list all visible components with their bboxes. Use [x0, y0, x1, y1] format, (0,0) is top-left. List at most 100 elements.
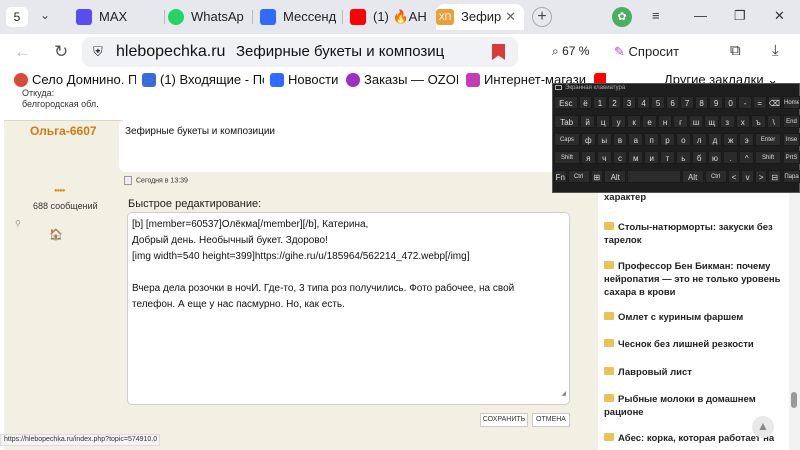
osk-key[interactable]: Ctrl — [567, 170, 590, 183]
bookmark-icon[interactable] — [492, 44, 505, 60]
scroll-thumb[interactable] — [791, 392, 797, 408]
osk-key[interactable]: э — [739, 133, 755, 146]
osk-key[interactable]: < — [727, 170, 741, 183]
bookmark-item[interactable]: Заказы — OZON — [346, 72, 458, 88]
post-author[interactable]: Ольга-6607 — [30, 124, 97, 138]
tab-max[interactable]: MAX — [76, 4, 162, 30]
osk-key[interactable]: а — [628, 133, 644, 146]
osk-side-key[interactable]: Home — [783, 96, 800, 109]
extension-icon[interactable]: ✿ — [612, 7, 632, 27]
osk-key[interactable]: 7 — [680, 96, 694, 109]
osk-key[interactable]: Alt — [604, 170, 627, 183]
osk-key[interactable]: Tab — [554, 115, 580, 128]
osk-key[interactable]: 1 — [593, 96, 607, 109]
osk-key[interactable]: 3 — [622, 96, 636, 109]
sidebar-item[interactable]: Столы-натюрморты: закуски без тарелок — [604, 221, 782, 247]
osk-key[interactable]: \ — [766, 115, 781, 128]
osk-key[interactable]: 0 — [723, 96, 738, 109]
osk-key[interactable]: Shift — [554, 151, 580, 164]
osk-key[interactable]: ⊞ — [590, 170, 604, 183]
maximize-button[interactable]: ❐ — [734, 8, 746, 24]
bookmark-item[interactable]: Новости — [270, 72, 340, 88]
reload-button[interactable]: ↻ — [54, 42, 68, 62]
minimize-button[interactable]: — — [694, 8, 707, 23]
osk-key[interactable]: . — [723, 151, 739, 164]
resize-handle-icon[interactable]: ◢ — [561, 386, 566, 402]
osk-key[interactable]: е — [642, 115, 657, 128]
tab-whatsapp[interactable]: WhatsAp — [168, 4, 246, 30]
download-icon[interactable]: ⤓ — [772, 42, 779, 59]
sidebar-item[interactable]: Лавровый лист — [604, 366, 782, 379]
bookmark-item[interactable]: Село Домнино. П — [14, 72, 136, 88]
osk-key[interactable]: г — [673, 115, 688, 128]
sidebar-item[interactable]: Омлет с куриным фаршем — [604, 311, 782, 324]
close-window-button[interactable]: ✕ — [774, 8, 785, 24]
osk-key[interactable]: v — [741, 170, 754, 183]
menu-icon[interactable]: ≡ — [652, 8, 660, 23]
sidebar-item[interactable]: Чеснок без лишней резкости — [604, 338, 782, 351]
osk-key[interactable]: Ctrl — [704, 170, 727, 183]
osk-key[interactable]: б — [691, 151, 707, 164]
osk-key[interactable]: р — [660, 133, 675, 146]
quick-edit-textarea[interactable]: [b] [member=60537]Олёкма[/member][/b], К… — [127, 212, 570, 405]
osk-key[interactable]: 4 — [636, 96, 651, 109]
osk-key[interactable]: ш — [688, 115, 704, 128]
osk-side-key[interactable]: PrtS — [783, 151, 800, 164]
home-icon[interactable]: 🏠 — [49, 228, 63, 241]
osk-key[interactable]: Alt — [681, 170, 704, 183]
osk-key[interactable]: п — [644, 133, 660, 146]
osk-key[interactable]: Caps — [554, 133, 580, 146]
osk-key[interactable]: ц — [595, 115, 611, 128]
save-button[interactable]: СОХРАНИТЬ — [480, 413, 528, 427]
osk-key[interactable]: ы — [596, 133, 612, 146]
osk-key[interactable]: у — [611, 115, 626, 128]
osk-key[interactable]: о — [675, 133, 691, 146]
scroll-to-top-button[interactable]: ▲ — [752, 416, 774, 438]
close-tab-icon[interactable]: ✕ — [505, 4, 516, 30]
osk-key[interactable]: 6 — [665, 96, 680, 109]
osk-key[interactable]: = — [753, 96, 767, 109]
osk-key[interactable]: - — [738, 96, 752, 109]
osk-key[interactable]: ё — [578, 96, 593, 109]
osk-key[interactable]: Enter — [755, 133, 781, 146]
osk-key[interactable]: ь — [675, 151, 691, 164]
chevron-down-icon[interactable]: ⌄ — [40, 8, 50, 22]
page-scrollbar[interactable] — [789, 191, 800, 450]
tab-active-zefir[interactable]: ХП Зефир ✕ — [436, 4, 524, 30]
osk-key[interactable]: 2 — [607, 96, 622, 109]
osk-key[interactable]: ф — [580, 133, 596, 146]
osk-key[interactable]: с — [612, 151, 628, 164]
osk-key[interactable]: 8 — [694, 96, 709, 109]
osk-key[interactable]: я — [580, 151, 596, 164]
osk-key[interactable]: ж — [723, 133, 739, 146]
tab-messenger[interactable]: Мессенд — [260, 4, 340, 30]
osk-key[interactable]: ⌫ — [767, 96, 781, 109]
osk-key[interactable]: д — [707, 133, 723, 146]
osk-key[interactable]: ъ — [751, 115, 766, 128]
osk-key[interactable]: ^ — [739, 151, 755, 164]
osk-key[interactable]: ⊟ — [768, 170, 781, 183]
osk-key[interactable]: Shift — [755, 151, 781, 164]
osk-key[interactable]: й — [580, 115, 595, 128]
osk-key[interactable]: > — [754, 170, 768, 183]
osk-key[interactable]: н — [657, 115, 673, 128]
new-tab-button[interactable]: + — [532, 7, 552, 27]
tab-youtube[interactable]: (1) 🔥АН — [350, 4, 428, 30]
osk-key[interactable]: Fn — [554, 170, 567, 183]
zoom-level[interactable]: ⌕ 67 % — [552, 44, 589, 59]
osk-key[interactable]: з — [720, 115, 735, 128]
osk-side-key[interactable]: Пара — [783, 170, 800, 183]
osk-side-key[interactable]: End — [783, 115, 800, 128]
cancel-button[interactable]: ОТМЕНА — [532, 413, 570, 427]
tab-count-button[interactable]: 5 — [6, 7, 28, 27]
osk-key[interactable]: щ — [704, 115, 719, 128]
sidebar-item[interactable]: Рыбные молоки в домашнем рационе — [604, 393, 782, 419]
back-button[interactable]: ← — [14, 42, 31, 62]
site-info-icon[interactable]: ⛨ — [93, 44, 103, 60]
ask-button[interactable]: ✎ Спросит — [614, 44, 679, 60]
osk-key[interactable]: л — [691, 133, 707, 146]
osk-key[interactable]: м — [628, 151, 644, 164]
osk-key[interactable]: ю — [707, 151, 723, 164]
osk-key[interactable]: х — [735, 115, 750, 128]
osk-key[interactable]: 5 — [651, 96, 665, 109]
